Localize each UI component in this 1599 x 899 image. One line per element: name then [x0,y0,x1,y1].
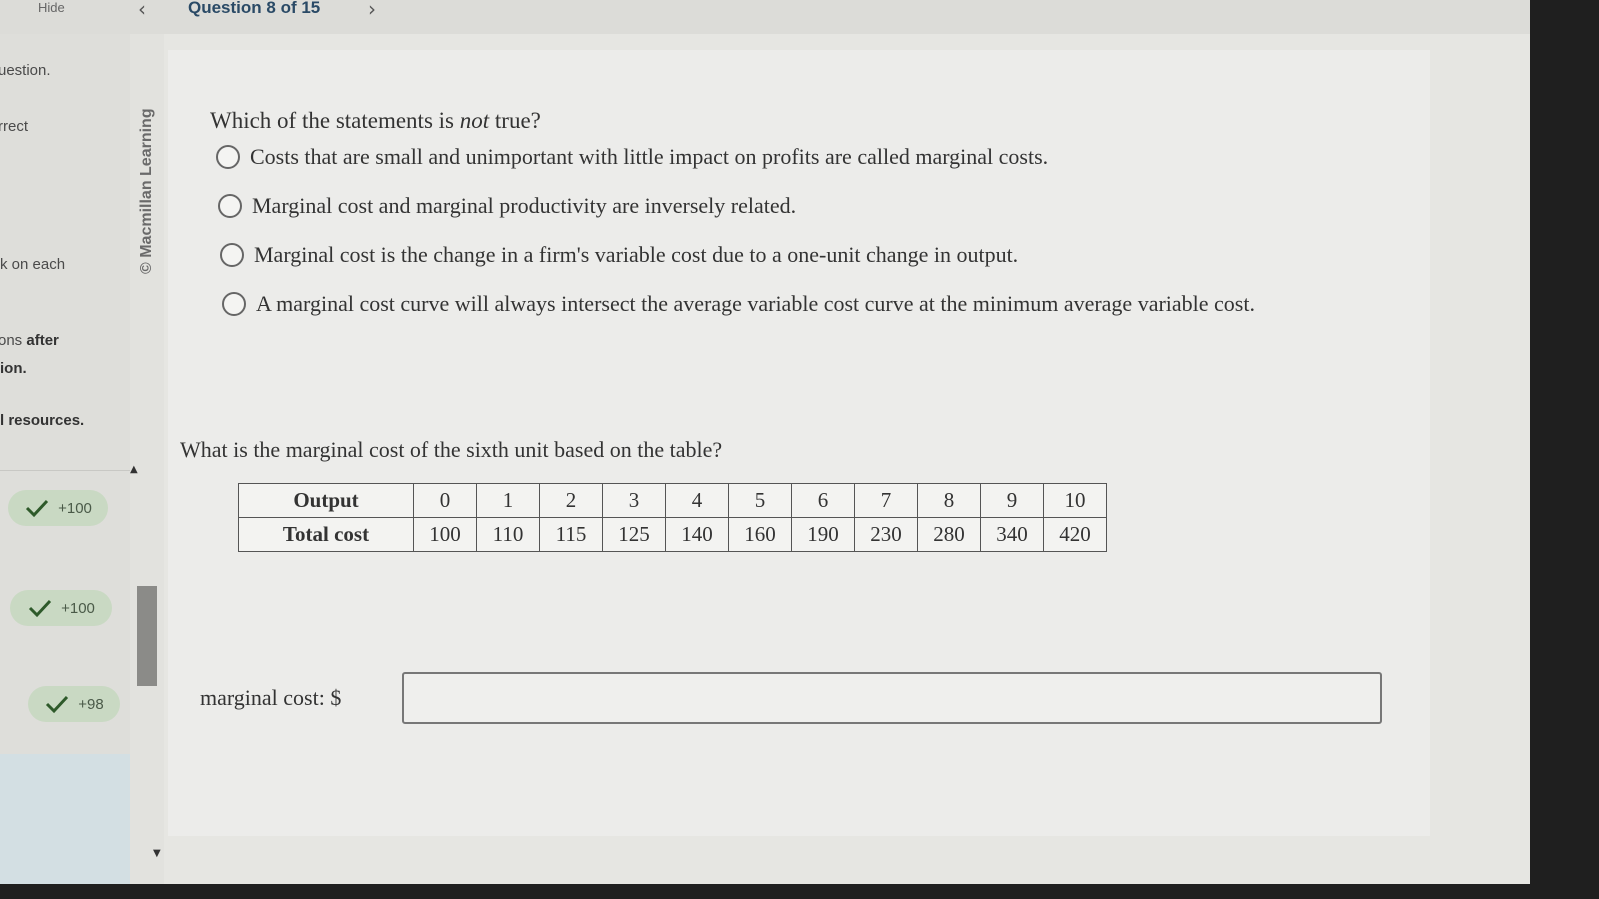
table-cell: 125 [602,517,666,552]
score-badge[interactable]: +98 [28,686,120,722]
question-prompt: What is the marginal cost of the sixth u… [180,437,723,462]
sidebar-note: k on each [0,256,66,273]
option-label: A marginal cost curve will always inters… [256,291,1255,316]
sidebar-note: l resources. [0,412,85,429]
scroll-up-icon[interactable]: ▲ [130,464,138,475]
chevron-right-icon[interactable]: › [368,0,376,21]
table-cell: 0 [413,483,477,518]
table-cell: 160 [728,517,792,552]
sidebar: uestion. rrect k on each ons after ion. … [0,34,130,884]
prompt-emphasis: not [459,108,490,133]
marginal-cost-label: marginal cost: $ [200,685,342,710]
table-cell: 3 [602,483,666,518]
sidebar-note: ons after [0,332,59,349]
prompt-text: true? [489,108,541,133]
table-cell: 4 [665,483,729,518]
table-cell: 2 [539,483,603,518]
sidebar-note: ion. [0,360,27,377]
sidebar-note-bold: after [26,332,59,349]
score-value: +100 [61,599,95,617]
table-cell: 7 [854,483,918,518]
table-cell: 140 [665,517,729,552]
row-header: Total cost [238,517,414,552]
prompt-text: Which of the statements is [210,108,460,133]
answer-option[interactable]: Costs that are small and unimportant wit… [216,144,1048,170]
table-row: Output 0 1 2 3 4 5 6 7 8 9 10 [238,483,1107,518]
screen: Hide ‹ Question 8 of 15 › uestion. rrect… [0,0,1530,884]
sidebar-note-part: ons [0,332,23,349]
marginal-cost-input[interactable] [402,672,1382,724]
sidebar-footer [0,754,130,884]
cost-table: Output 0 1 2 3 4 5 6 7 8 9 10 Total cost… [238,483,1107,552]
table-cell: 110 [476,517,540,552]
answer-option[interactable]: A marginal cost curve will always inters… [222,291,1255,317]
table-cell: 190 [791,517,855,552]
checkmark-icon [26,499,49,518]
option-label: Marginal cost is the change in a firm's … [254,242,1019,267]
score-value: +100 [58,499,92,517]
table-cell: 9 [980,483,1044,518]
table-cell: 420 [1043,517,1107,552]
option-label: Costs that are small and unimportant wit… [250,144,1049,169]
sidebar-note: uestion. [0,62,51,79]
table-cell: 340 [980,517,1044,552]
scroll-down-icon[interactable]: ▼ [153,848,161,859]
row-header: Output [238,483,414,518]
question-counter: Question 8 of 15 [188,0,321,17]
question-prompt: Which of the statements is not true? [210,108,541,134]
sidebar-divider [0,470,130,471]
score-badge[interactable]: +100 [8,490,108,526]
top-bar: Hide ‹ Question 8 of 15 › [0,0,1530,34]
answer-option[interactable]: Marginal cost and marginal productivity … [218,193,796,219]
checkmark-icon [46,695,69,714]
radio-button[interactable] [218,194,242,218]
table-cell: 5 [728,483,792,518]
scrollbar-thumb[interactable] [137,586,157,686]
table-cell: 8 [917,483,981,518]
radio-button[interactable] [220,243,244,267]
table-row: Total cost 100 110 115 125 140 160 190 2… [238,517,1107,552]
score-badge[interactable]: +100 [10,590,112,626]
radio-button[interactable] [222,292,246,316]
hide-link[interactable]: Hide [38,0,65,15]
question-panel: Which of the statements is not true? Cos… [168,50,1430,836]
radio-button[interactable] [216,145,240,169]
table-cell: 100 [413,517,477,552]
table-cell: 230 [854,517,918,552]
score-value: +98 [78,695,104,713]
table-cell: 6 [791,483,855,518]
chevron-left-icon[interactable]: ‹ [138,0,146,21]
table-cell: 115 [539,517,603,552]
answer-option[interactable]: Marginal cost is the change in a firm's … [220,242,1018,268]
table-cell: 10 [1043,483,1107,518]
sidebar-note: rrect [0,118,28,135]
table-cell: 1 [476,483,540,518]
macmillan-brand: © Macmillan Learning [138,108,155,274]
table-cell: 280 [917,517,981,552]
checkmark-icon [29,599,52,618]
option-label: Marginal cost and marginal productivity … [252,193,797,218]
